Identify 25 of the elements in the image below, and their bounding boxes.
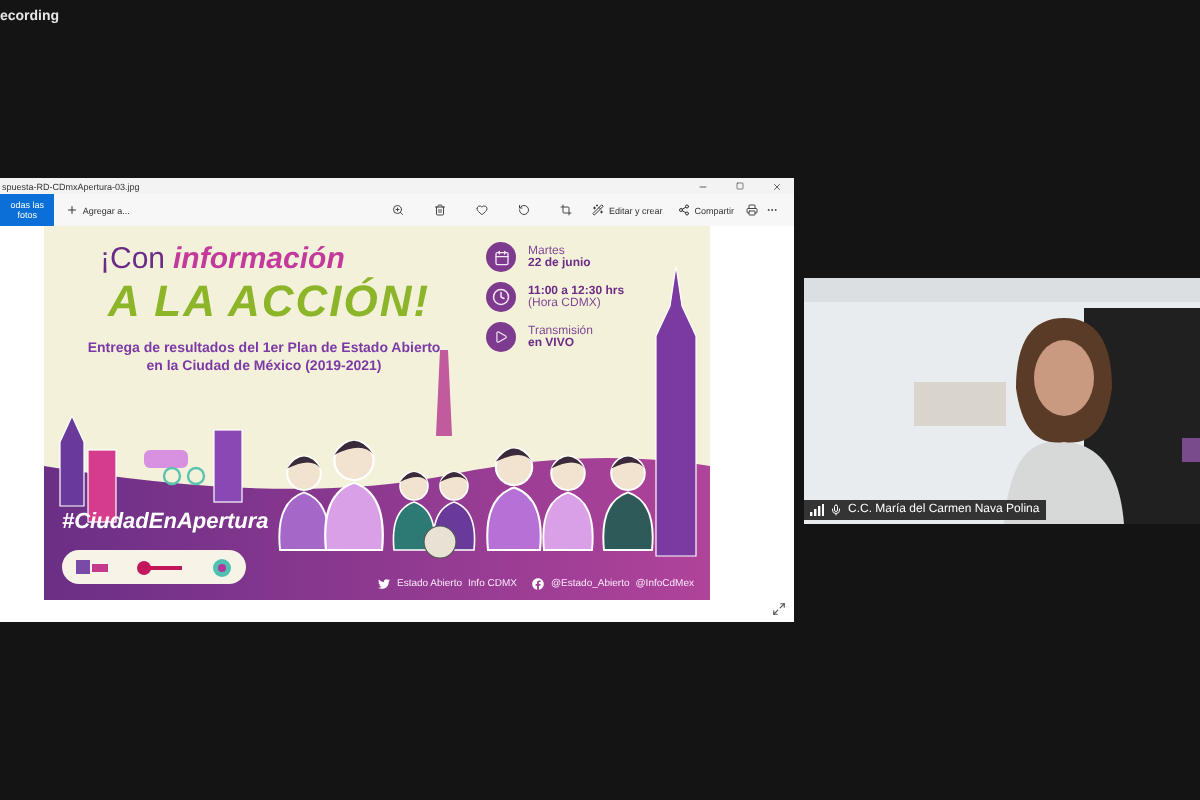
magic-wand-icon [592, 204, 605, 216]
headline-main: A LA ACCIÓN! [108, 276, 431, 328]
hashtag-text: #CiudadEnApertura [62, 510, 269, 534]
logo [76, 558, 108, 576]
logo [136, 559, 184, 575]
plus-icon [66, 204, 79, 216]
facebook-icon [532, 578, 545, 590]
crop-icon[interactable] [560, 204, 573, 216]
car-drawing [144, 450, 188, 468]
heart-icon[interactable] [476, 204, 489, 216]
rotate-icon[interactable] [518, 204, 531, 216]
headline-lead: ¡Con [100, 242, 166, 276]
share-icon [678, 204, 691, 216]
logo [212, 557, 232, 577]
microphone-icon [830, 503, 842, 515]
headline-accent: información [173, 242, 345, 276]
maximize-icon[interactable] [736, 181, 744, 191]
bird-icon [378, 578, 391, 590]
signal-icon [810, 503, 824, 515]
bicycle-drawing [162, 466, 206, 486]
trash-icon[interactable] [434, 204, 447, 216]
expand-icon[interactable] [772, 602, 786, 616]
printer-icon[interactable] [746, 204, 758, 216]
zoom-icon[interactable] [391, 204, 404, 216]
monument-drawing [436, 350, 452, 436]
